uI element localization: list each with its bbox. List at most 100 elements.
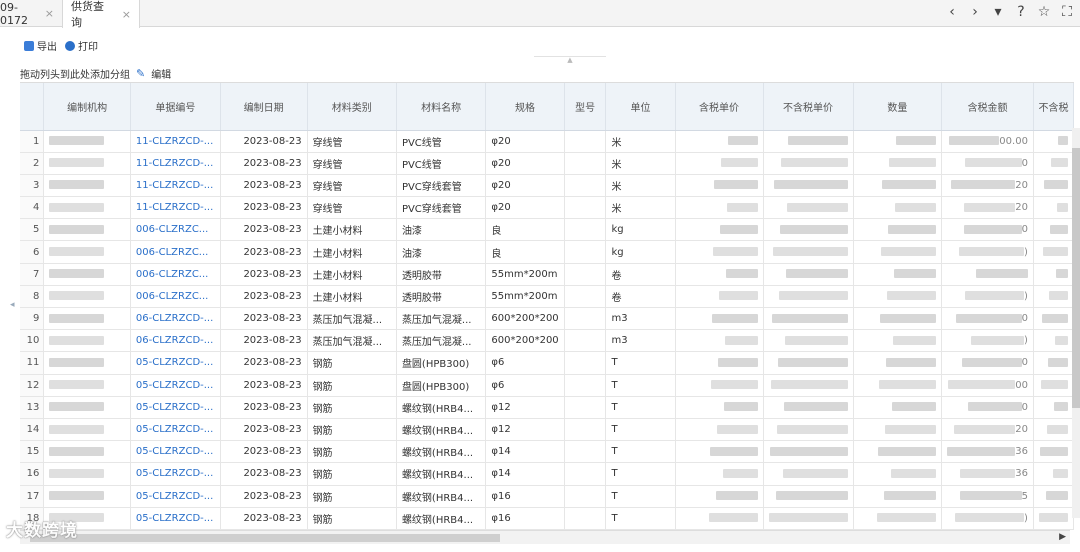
doc-number-link[interactable]: 05-CLZRZCD-... <box>130 374 221 397</box>
horizontal-scrollbar[interactable]: ▶ <box>20 530 1070 544</box>
redacted-value <box>1053 468 1068 478</box>
unit-cell: T <box>605 396 676 419</box>
column-header[interactable]: 不含税 <box>1033 83 1074 131</box>
doc-number-link[interactable]: 05-CLZRZCD-... <box>130 351 221 375</box>
tab-supply-query[interactable]: 供货查询 × <box>62 0 140 29</box>
column-header[interactable] <box>20 83 45 131</box>
category-cell: 蒸压加气混凝... <box>307 307 397 331</box>
redacted-value <box>1042 313 1068 323</box>
column-header[interactable]: 单据编号 <box>130 83 221 131</box>
redacted-value <box>1051 158 1068 168</box>
redacted-value <box>777 357 848 367</box>
org-cell <box>43 396 131 419</box>
doc-number-link[interactable]: 11-CLZRZCD-... <box>130 174 221 198</box>
table-row[interactable]: 8 006-CLZRZC... 2023-08-23 土建小材料 透明胶带 55mm*20… <box>20 285 1074 309</box>
column-header[interactable]: 编制日期 <box>220 83 308 131</box>
doc-number-link[interactable]: 06-CLZRZCD-... <box>130 329 221 353</box>
table-row[interactable]: 1 11-CLZRZCD-... 2023-08-23 穿线管 PVC线管 φ20 米 00.… <box>20 130 1074 153</box>
column-header[interactable]: 不含税单价 <box>763 83 854 131</box>
table-row[interactable]: 16 05-CLZRZCD-... 2023-08-23 钢筋 螺纹钢(HRB4... φ… <box>20 462 1074 486</box>
net-price-cell <box>763 174 854 198</box>
model-cell <box>564 263 607 286</box>
vertical-scrollbar[interactable] <box>1072 128 1080 518</box>
tax-price-cell <box>675 418 764 442</box>
doc-number-link[interactable]: 006-CLZRZC... <box>130 218 221 242</box>
close-icon[interactable]: × <box>122 8 131 21</box>
doc-number-link[interactable]: 006-CLZRZC... <box>130 263 221 286</box>
table-row[interactable]: 9 06-CLZRZCD-... 2023-08-23 蒸压加气混凝... 蒸压加气混凝… <box>20 307 1074 331</box>
tab-prev-document[interactable]: 09-0172 × <box>0 0 62 27</box>
table-row[interactable]: 5 006-CLZRZC... 2023-08-23 土建小材料 油漆良 kg 0 <box>20 218 1074 242</box>
chevron-right-icon[interactable]: › <box>968 4 982 20</box>
table-row[interactable]: 12 05-CLZRZCD-... 2023-08-23 钢筋 盘圆(HPB300) φ6… <box>20 374 1074 397</box>
table-row[interactable]: 17 05-CLZRZCD-... 2023-08-23 钢筋 螺纹钢(HRB4... φ… <box>20 485 1074 508</box>
doc-number-link[interactable]: 006-CLZRZC... <box>130 285 221 309</box>
redacted-value <box>1049 291 1068 301</box>
side-collapse-icon[interactable]: ◂ <box>10 300 15 310</box>
table-row[interactable]: 10 06-CLZRZCD-... 2023-08-23 蒸压加气混凝... 蒸压加气混… <box>20 329 1074 353</box>
export-button[interactable]: 导出 <box>24 38 57 53</box>
table-row[interactable]: 3 11-CLZRZCD-... 2023-08-23 穿线管 PVC穿线套管 φ20 米 2… <box>20 174 1074 198</box>
model-cell <box>564 218 607 242</box>
doc-number-link[interactable]: 05-CLZRZCD-... <box>130 507 221 530</box>
redacted-value <box>720 158 758 168</box>
edit-button[interactable]: 编辑 <box>151 66 171 81</box>
doc-number-link[interactable]: 05-CLZRZCD-... <box>130 485 221 508</box>
row-index: 9 <box>20 307 45 331</box>
unit-cell: kg <box>605 218 676 242</box>
doc-number-link[interactable]: 05-CLZRZCD-... <box>130 418 221 442</box>
close-icon[interactable]: × <box>45 7 54 20</box>
redacted-value <box>1055 335 1068 345</box>
doc-number-link[interactable]: 05-CLZRZCD-... <box>130 440 221 464</box>
column-header[interactable]: 含税金额 <box>941 83 1034 131</box>
column-header[interactable]: 数量 <box>853 83 943 131</box>
column-header[interactable]: 编制机构 <box>43 83 131 131</box>
redacted-value <box>779 224 848 234</box>
print-button[interactable]: 打印 <box>65 38 98 53</box>
redacted-value <box>951 180 1016 190</box>
table-row[interactable]: 14 05-CLZRZCD-... 2023-08-23 钢筋 螺纹钢(HRB4... φ… <box>20 418 1074 442</box>
pencil-icon[interactable]: ✎ <box>136 67 145 80</box>
column-header[interactable]: 含税单价 <box>675 83 764 131</box>
tax-amount-cell: 0 <box>941 307 1034 331</box>
redacted-value <box>893 335 937 345</box>
scroll-thumb[interactable] <box>30 534 500 542</box>
scroll-thumb[interactable] <box>1072 148 1080 408</box>
table-row[interactable]: 13 05-CLZRZCD-... 2023-08-23 钢筋 螺纹钢(HRB4... φ… <box>20 396 1074 419</box>
doc-number-link[interactable]: 06-CLZRZCD-... <box>130 307 221 331</box>
table-row[interactable]: 7 006-CLZRZC... 2023-08-23 土建小材料 透明胶带 55mm*20… <box>20 263 1074 286</box>
column-header[interactable]: 单位 <box>605 83 676 131</box>
table-row[interactable]: 11 05-CLZRZCD-... 2023-08-23 钢筋 盘圆(HPB300) φ6… <box>20 351 1074 375</box>
table-row[interactable]: 15 05-CLZRZCD-... 2023-08-23 钢筋 螺纹钢(HRB4... φ… <box>20 440 1074 464</box>
chevron-left-icon[interactable]: ‹ <box>945 4 959 20</box>
org-cell <box>43 440 131 464</box>
watermark: 大数跨境 <box>6 521 78 541</box>
doc-number-link[interactable]: 006-CLZRZC... <box>130 240 221 264</box>
table-row[interactable]: 18 05-CLZRZCD-... 2023-08-23 钢筋 螺纹钢(HRB4... φ… <box>20 507 1074 530</box>
help-icon[interactable]: ? <box>1014 4 1028 20</box>
scroll-right-icon[interactable]: ▶ <box>1059 532 1066 542</box>
amount-tail-text: ) <box>1024 335 1028 347</box>
model-cell <box>564 418 607 442</box>
column-header[interactable]: 材料名称 <box>396 83 487 131</box>
table-row[interactable]: 4 11-CLZRZCD-... 2023-08-23 穿线管 PVC穿线套管 φ20 米 2… <box>20 196 1074 220</box>
tax-amount-cell: 20 <box>941 174 1034 198</box>
dropdown-icon[interactable]: ▾ <box>991 4 1005 20</box>
collapse-toggle[interactable]: ▲ <box>534 56 606 64</box>
column-header[interactable]: 规格 <box>485 83 565 131</box>
doc-number-link[interactable]: 05-CLZRZCD-... <box>130 462 221 486</box>
tax-amount-cell: 00 <box>941 374 1034 397</box>
model-cell <box>564 240 607 264</box>
doc-number-link[interactable]: 11-CLZRZCD-... <box>130 196 221 220</box>
star-icon[interactable]: ☆ <box>1037 4 1051 20</box>
column-header[interactable]: 材料类别 <box>307 83 397 131</box>
doc-number-link[interactable]: 11-CLZRZCD-... <box>130 152 221 175</box>
table-row[interactable]: 2 11-CLZRZCD-... 2023-08-23 穿线管 PVC线管 φ20 米 0 <box>20 152 1074 175</box>
redacted-value <box>768 513 848 523</box>
unit-cell: 米 <box>605 196 676 220</box>
doc-number-link[interactable]: 11-CLZRZCD-... <box>130 130 221 153</box>
doc-number-link[interactable]: 05-CLZRZCD-... <box>130 396 221 419</box>
column-header[interactable]: 型号 <box>564 83 607 131</box>
fullscreen-icon[interactable]: ⛶ <box>1060 4 1074 20</box>
table-row[interactable]: 6 006-CLZRZC... 2023-08-23 土建小材料 油漆良 kg) <box>20 240 1074 264</box>
